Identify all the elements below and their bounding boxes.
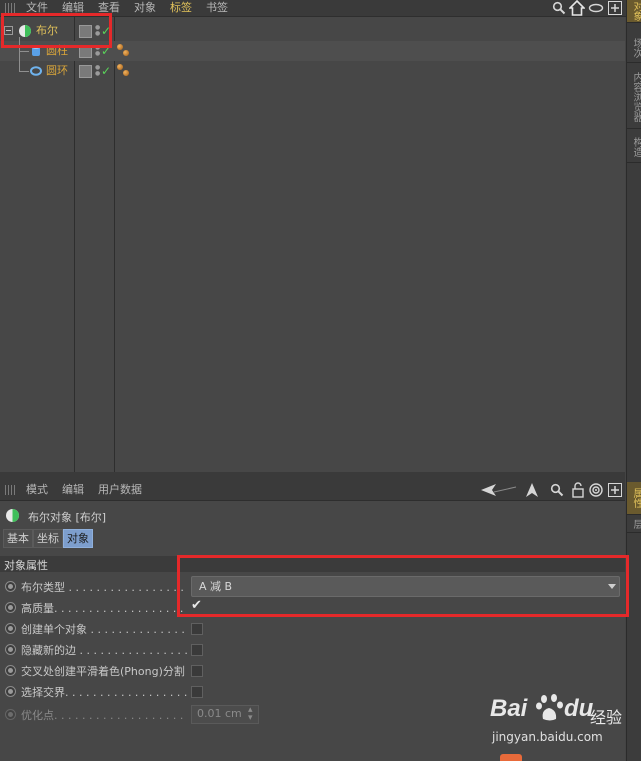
object-row-torus[interactable]: 圆环 ● ● ✓ xyxy=(0,51,625,81)
menu-mode[interactable]: 模式 xyxy=(26,482,48,498)
highlight-box-boole-type xyxy=(177,555,629,617)
optimize-points-field[interactable]: 0.01 cm ▴ ▾ xyxy=(191,705,259,724)
tab-object[interactable]: 对象 xyxy=(63,529,93,548)
editor-visibility-flag[interactable] xyxy=(79,65,92,78)
column-divider xyxy=(74,17,75,472)
object-name[interactable]: 圆环 xyxy=(46,61,68,81)
material-tag-icon[interactable] xyxy=(117,44,123,50)
prop-label: 创建单个对象 . . . . . . . . . . . . . . . . . xyxy=(21,623,187,636)
rtab-content-browser[interactable]: 内容浏览器 xyxy=(627,66,641,129)
material-tag-icon[interactable] xyxy=(123,50,129,56)
attribute-title: 布尔对象 [布尔] xyxy=(28,511,107,524)
animate-radio-icon[interactable] xyxy=(5,644,16,655)
phong-break-checkbox[interactable] xyxy=(191,665,203,677)
watermark-url: jingyan.baidu.com xyxy=(492,730,603,744)
new-panel-icon[interactable] xyxy=(608,1,622,15)
paw-logo-icon xyxy=(536,694,563,721)
back-arrow-icon[interactable] xyxy=(480,483,518,497)
hide-new-edges-checkbox[interactable] xyxy=(191,644,203,656)
prop-label: 隐藏新的边 . . . . . . . . . . . . . . . . . … xyxy=(21,644,187,657)
panel-grip-icon[interactable] xyxy=(5,485,16,495)
prop-create-single-object: 创建单个对象 . . . . . . . . . . . . . . . . . xyxy=(0,618,625,638)
animate-radio-icon[interactable] xyxy=(5,581,16,592)
view-toggle-icon[interactable] xyxy=(588,3,604,13)
prop-label: 高质量. . . . . . . . . . . . . . . . . . .… xyxy=(21,602,187,615)
menu-edit[interactable]: 编辑 xyxy=(62,482,84,498)
object-manager: 布尔 ● ● ✓ 圆柱 ● ● ✓ 圆环 ● ● ✓ xyxy=(0,17,625,472)
menu-object[interactable]: 对象 xyxy=(134,0,156,16)
menu-bookmarks[interactable]: 书签 xyxy=(206,0,228,16)
animate-radio-icon[interactable] xyxy=(5,686,16,697)
tab-coordinates[interactable]: 坐标 xyxy=(33,529,63,548)
new-panel-icon[interactable] xyxy=(608,483,622,497)
panel-divider xyxy=(0,472,625,480)
menu-tags[interactable]: 标签 xyxy=(170,0,192,16)
create-single-object-checkbox[interactable] xyxy=(191,623,203,635)
prop-label: 交叉处创建平滑着色(Phong)分割 xyxy=(21,665,185,678)
floating-badge-icon[interactable] xyxy=(500,754,522,761)
animate-radio-icon[interactable] xyxy=(5,665,16,676)
attribute-manager-menubar: 模式 编辑 用户数据 xyxy=(0,480,625,501)
rtab-takes[interactable]: 场次 xyxy=(627,34,641,63)
animate-radio-icon[interactable] xyxy=(5,623,16,634)
material-tag-icon[interactable] xyxy=(123,70,129,76)
menu-user-data[interactable]: 用户数据 xyxy=(98,482,142,498)
home-icon[interactable] xyxy=(569,0,585,16)
rtab-layers[interactable]: 层 xyxy=(627,516,641,533)
stepper-arrows-icon[interactable]: ▴ ▾ xyxy=(248,706,253,723)
prop-label: 优化点. . . . . . . . . . . . . . . . . . .… xyxy=(21,709,187,722)
tab-basic[interactable]: 基本 xyxy=(3,529,33,548)
material-tag-icon[interactable] xyxy=(117,64,123,70)
search-icon[interactable] xyxy=(552,1,566,15)
animate-radio-icon[interactable] xyxy=(5,709,16,720)
rtab-attributes[interactable]: 属性 xyxy=(627,482,641,515)
field-value: 0.01 cm xyxy=(197,707,242,720)
watermark-brand-right: du xyxy=(564,695,594,722)
rtab-objects[interactable]: 对象 xyxy=(627,0,641,23)
column-divider xyxy=(114,17,115,472)
rtab-structure[interactable]: 构造 xyxy=(627,132,641,163)
target-icon[interactable] xyxy=(589,483,603,497)
section-title: 对象属性 xyxy=(4,559,48,572)
prop-hide-new-edges: 隐藏新的边 . . . . . . . . . . . . . . . . . … xyxy=(0,639,625,659)
forward-arrow-icon[interactable] xyxy=(525,482,539,498)
prop-label: 布尔类型 . . . . . . . . . . . . . . . . . .… xyxy=(21,581,187,594)
watermark-product: 经验 xyxy=(590,708,623,727)
prop-label: 选择交界. . . . . . . . . . . . . . . . . . … xyxy=(21,686,187,699)
lock-icon[interactable] xyxy=(571,482,585,498)
animate-radio-icon[interactable] xyxy=(5,602,16,613)
boole-icon xyxy=(6,509,19,522)
torus-icon xyxy=(30,66,42,76)
prop-phong-break: 交叉处创建平滑着色(Phong)分割 xyxy=(0,660,625,680)
baidu-watermark: Bai du 经验 jingyan.baidu.com xyxy=(468,690,626,750)
enabled-check-icon[interactable]: ✓ xyxy=(101,65,111,77)
watermark-brand-left: Bai xyxy=(490,695,528,722)
panel-grip-icon[interactable] xyxy=(5,3,16,13)
highlight-box-boole xyxy=(1,13,112,48)
select-intersection-checkbox[interactable] xyxy=(191,686,203,698)
right-tab-strip: 对象 场次 内容浏览器 构造 属性 层 xyxy=(626,0,641,761)
search-icon[interactable] xyxy=(550,483,564,497)
